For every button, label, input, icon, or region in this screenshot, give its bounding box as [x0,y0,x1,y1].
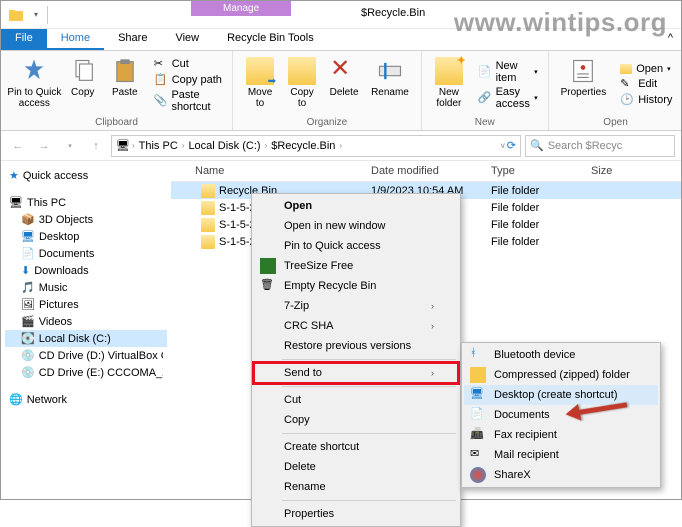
ctx-7zip[interactable]: 7-Zip› [254,296,458,316]
ctx-open[interactable]: Open [254,196,458,216]
folder-icon [7,6,25,24]
tab-home[interactable]: Home [47,29,104,50]
easy-access-button[interactable]: 🔗Easy access ▾ [474,85,542,111]
edit-button[interactable]: ✎Edit [616,76,676,92]
new-folder-button[interactable]: ✦New folder [428,53,470,117]
tab-share[interactable]: Share [104,29,161,50]
copy-button[interactable]: Copy [62,53,104,117]
ctx-treesize[interactable]: TreeSize Free [254,256,458,276]
breadcrumb-dropdown-icon[interactable]: v [501,141,505,150]
documents-icon: 📄 [470,407,486,423]
col-type[interactable]: Type [491,165,591,177]
column-headers[interactable]: Name Date modified Type Size [171,161,681,182]
fax-icon: 📠 [470,427,486,443]
open-button[interactable]: Open ▾ [616,62,676,76]
ctx-send-to[interactable]: Send to› [254,363,458,383]
sharex-icon [470,467,486,483]
col-name[interactable]: Name [171,165,371,177]
sendto-sharex[interactable]: ShareX [464,465,658,485]
new-item-button[interactable]: 📄New item ▾ [474,59,542,85]
manage-tab-header: Manage [191,1,291,16]
refresh-icon[interactable]: ⟳ [507,139,516,152]
up-button[interactable]: ↑ [85,135,107,157]
ctx-restore-versions[interactable]: Restore previous versions [254,336,458,356]
pc-icon: 🖥 [116,139,130,152]
treesize-icon [260,258,276,274]
ctx-pin-quick-access[interactable]: Pin to Quick access [254,236,458,256]
forward-button[interactable]: → [33,135,55,157]
nav-cd-drive-d[interactable]: 💿CD Drive (D:) VirtualBox Guest A [5,347,167,364]
nav-network[interactable]: 🌐Network [5,391,167,408]
nav-desktop[interactable]: 🖥Desktop [5,228,167,245]
nav-this-pc[interactable]: 🖥This PC [5,194,167,211]
nav-quick-access[interactable]: ★Quick access [5,167,167,184]
search-input[interactable]: 🔍 Search $Recyc [525,135,675,157]
window-title: $Recycle.Bin [301,7,425,19]
history-button[interactable]: 🕑History [616,92,676,108]
nav-documents[interactable]: 📄Documents [5,245,167,262]
navigation-pane: ★Quick access 🖥This PC 📦3D Objects 🖥Desk… [1,161,171,461]
crumb-this-pc[interactable]: This PC [137,140,180,152]
zip-icon [470,367,486,383]
breadcrumb[interactable]: 🖥 › This PC › Local Disk (C:) › $Recycle… [111,135,521,157]
back-button[interactable]: ← [7,135,29,157]
bluetooth-icon: ᚼ [470,347,486,363]
nav-cd-drive-e[interactable]: 💿CD Drive (E:) CCCOMA_X64FRE_ [5,364,167,381]
pin-to-quick-access-button[interactable]: Pin to Quick access [7,53,62,117]
ctx-delete[interactable]: Delete [254,457,458,477]
new-group-label: New [428,117,542,130]
ctx-copy[interactable]: Copy [254,410,458,430]
search-icon: 🔍 [530,139,544,152]
recent-locations-button[interactable]: ▾ [59,135,81,157]
address-bar: ← → ▾ ↑ 🖥 › This PC › Local Disk (C:) › … [1,131,681,161]
rename-button[interactable]: Rename [365,53,415,117]
paste-button[interactable]: Paste [104,53,146,117]
sendto-fax[interactable]: 📠Fax recipient [464,425,658,445]
nav-local-disk[interactable]: 💽Local Disk (C:) [5,330,167,347]
ribbon: Pin to Quick access Copy Paste ✂Cut 📋Cop… [1,51,681,131]
context-menu: Open Open in new window Pin to Quick acc… [251,193,461,527]
delete-button[interactable]: ✕Delete [323,53,365,117]
ctx-properties[interactable]: Properties [254,504,458,524]
ctx-cut[interactable]: Cut [254,390,458,410]
sendto-compressed[interactable]: Compressed (zipped) folder [464,365,658,385]
open-group-label: Open [555,117,677,130]
down-arrow-icon[interactable]: ▾ [27,6,45,24]
sendto-submenu: ᚼBluetooth device Compressed (zipped) fo… [461,342,661,488]
ctx-open-new-window[interactable]: Open in new window [254,216,458,236]
nav-downloads[interactable]: ⬇Downloads [5,262,167,279]
col-size[interactable]: Size [591,165,651,177]
nav-pictures[interactable]: 🖼Pictures [5,296,167,313]
watermark: www.wintips.org [454,7,667,38]
tab-file[interactable]: File [1,29,47,50]
ctx-create-shortcut[interactable]: Create shortcut [254,437,458,457]
recycle-bin-icon: 🗑 [260,278,276,294]
sendto-bluetooth[interactable]: ᚼBluetooth device [464,345,658,365]
ctx-crc-sha[interactable]: CRC SHA› [254,316,458,336]
mail-icon: ✉ [470,447,486,463]
col-date[interactable]: Date modified [371,165,491,177]
properties-button[interactable]: Properties [555,53,613,117]
nav-3d-objects[interactable]: 📦3D Objects [5,211,167,228]
nav-videos[interactable]: 🎬Videos [5,313,167,330]
ctx-rename[interactable]: Rename [254,477,458,497]
nav-music[interactable]: 🎵Music [5,279,167,296]
sendto-mail[interactable]: ✉Mail recipient [464,445,658,465]
desktop-icon: 🖥 [470,387,486,403]
ctx-empty-recycle-bin[interactable]: 🗑Empty Recycle Bin [254,276,458,296]
